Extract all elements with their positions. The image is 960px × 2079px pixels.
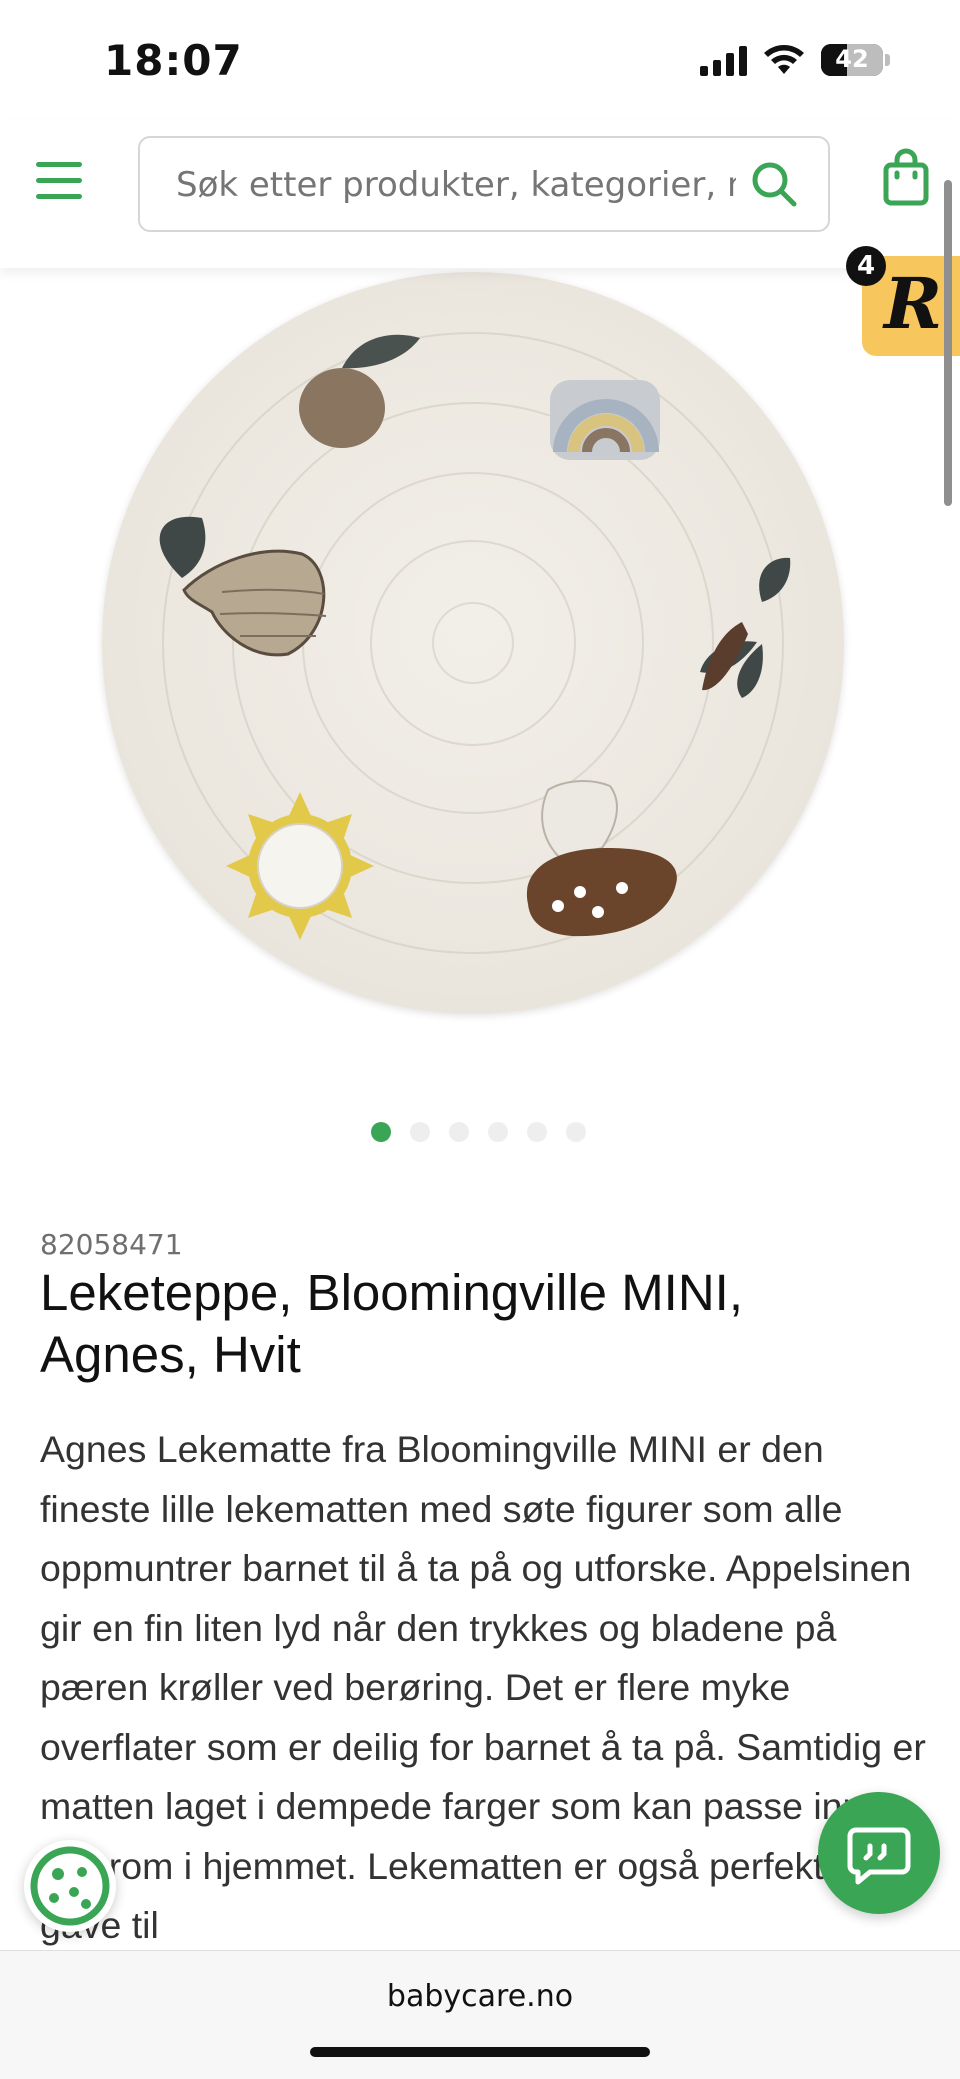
product-title: Leketeppe, Bloomingville MINI, Agnes, Hv… xyxy=(40,1264,744,1383)
rewards-badge-letter: R xyxy=(884,262,943,345)
product-image-play-mat xyxy=(102,272,844,1014)
cookie-settings-button[interactable] xyxy=(24,1840,116,1932)
search-icon[interactable] xyxy=(748,158,800,210)
chat-icon xyxy=(847,1827,911,1885)
home-indicator[interactable] xyxy=(310,2047,650,2057)
cookie-icon xyxy=(30,1846,110,1926)
carousel-dot-2[interactable] xyxy=(410,1122,430,1142)
mat-figures-illustration xyxy=(159,334,791,940)
cellular-signal-icon xyxy=(700,44,747,76)
carousel-dot-4[interactable] xyxy=(488,1122,508,1142)
carousel-dot-1[interactable] xyxy=(371,1122,391,1142)
page-scrollbar[interactable] xyxy=(944,180,952,506)
wifi-icon xyxy=(764,45,804,74)
status-time: 18:07 xyxy=(104,36,243,85)
product-image-carousel[interactable] xyxy=(0,268,960,1068)
search-input[interactable] xyxy=(174,164,738,206)
chat-button[interactable] xyxy=(818,1792,940,1914)
product-description: Agnes Lekematte fra Bloomingville MINI e… xyxy=(40,1428,926,1946)
browser-bottom-bar: babycare.no xyxy=(0,1950,960,2079)
site-header xyxy=(0,120,960,268)
carousel-dot-3[interactable] xyxy=(449,1122,469,1142)
carousel-dot-5[interactable] xyxy=(527,1122,547,1142)
shopping-bag-icon[interactable] xyxy=(882,148,930,206)
battery-level: 42 xyxy=(835,45,869,73)
carousel-dots xyxy=(371,1122,586,1142)
battery-icon: 42 xyxy=(821,44,883,76)
status-bar: 18:07 42 xyxy=(0,0,960,120)
hamburger-menu-icon[interactable] xyxy=(36,160,82,206)
carousel-dot-6[interactable] xyxy=(566,1122,586,1142)
rewards-count-badge: 4 xyxy=(846,246,886,286)
browser-domain[interactable]: babycare.no xyxy=(0,1979,960,2014)
battery-tip xyxy=(885,54,890,66)
status-icons: 42 xyxy=(700,44,890,76)
search-box[interactable] xyxy=(138,136,830,232)
product-sku: 82058471 xyxy=(40,1228,183,1261)
